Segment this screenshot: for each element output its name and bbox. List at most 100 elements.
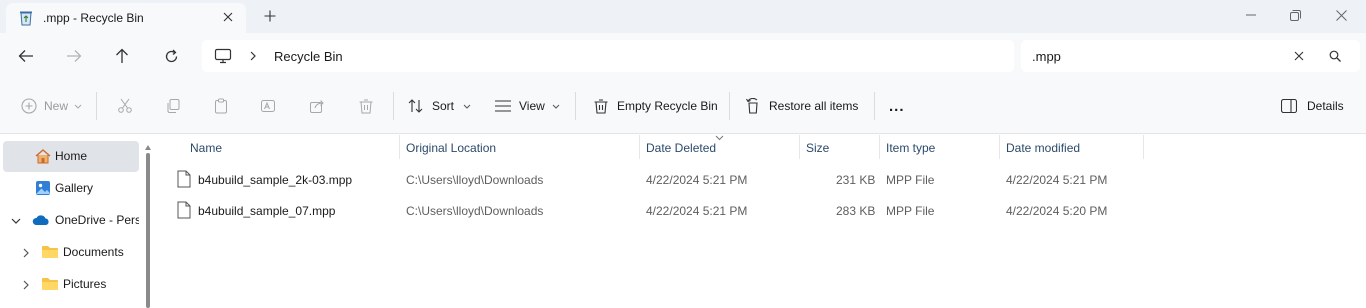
column-header-item-type[interactable]: Item type <box>886 141 935 155</box>
sidebar-item-label: Gallery <box>55 181 94 195</box>
sidebar-item-home[interactable]: Home <box>3 141 139 172</box>
paste-clipboard-icon <box>212 97 230 115</box>
sidebar-item-documents[interactable]: Documents <box>3 237 139 268</box>
chevron-down-icon <box>552 102 560 110</box>
item-type: MPP File <box>886 173 935 187</box>
new-button[interactable]: New <box>20 96 82 116</box>
paste-button[interactable] <box>212 96 230 116</box>
sidebar-item-label: Home <box>55 149 88 163</box>
new-plus-icon <box>20 97 38 115</box>
toolbar-divider <box>575 92 576 120</box>
sort-label: Sort <box>432 99 455 113</box>
toolbar-divider <box>729 92 730 120</box>
restore-icon <box>744 97 762 115</box>
back-arrow-icon[interactable] <box>16 46 36 66</box>
see-more-button[interactable]: ... <box>889 96 905 116</box>
share-icon <box>308 97 326 115</box>
details-pane-icon <box>1280 97 1298 115</box>
more-options-icon: ... <box>889 97 905 115</box>
tab-title: .mpp - Recycle Bin <box>43 11 144 25</box>
gallery-icon <box>34 180 52 196</box>
rename-icon <box>259 97 277 115</box>
details-pane-button[interactable]: Details <box>1280 96 1344 116</box>
folder-icon <box>41 276 59 292</box>
sidebar-item-gallery[interactable]: Gallery <box>3 173 139 204</box>
title-bar: .mpp - Recycle Bin <box>0 0 1366 33</box>
column-header-original-location[interactable]: Original Location <box>406 141 496 155</box>
file-size: 231 KB <box>836 173 876 187</box>
restore-icon[interactable] <box>1286 6 1304 24</box>
forward-arrow-icon[interactable] <box>64 46 84 66</box>
close-window-icon[interactable] <box>1332 6 1350 24</box>
tab-recycle-bin[interactable]: .mpp - Recycle Bin <box>6 3 246 33</box>
share-button[interactable] <box>308 96 326 116</box>
navigation-pane: Home Gallery OneDrive - Personal Documen… <box>0 135 155 308</box>
copy-button[interactable] <box>164 96 182 116</box>
delete-button[interactable] <box>357 96 375 116</box>
date-modified: 4/22/2024 5:21 PM <box>1006 173 1108 187</box>
chevron-down-icon[interactable] <box>11 216 21 226</box>
search-input[interactable]: .mpp <box>1032 49 1061 64</box>
empty-recycle-bin-button[interactable]: Empty Recycle Bin <box>592 96 718 116</box>
sidebar-item-onedrive[interactable]: OneDrive - Personal <box>3 205 139 236</box>
minimize-icon[interactable] <box>1242 6 1260 24</box>
column-header-name[interactable]: Name <box>190 141 222 155</box>
chevron-right-icon[interactable] <box>21 280 31 290</box>
refresh-icon[interactable] <box>161 46 181 66</box>
column-divider[interactable] <box>399 135 400 159</box>
column-header-size[interactable]: Size <box>806 141 829 155</box>
new-tab-icon[interactable] <box>262 8 278 24</box>
date-modified: 4/22/2024 5:20 PM <box>1006 204 1108 218</box>
date-deleted: 4/22/2024 5:21 PM <box>646 173 748 187</box>
sidebar-item-pictures[interactable]: Pictures <box>3 269 139 300</box>
restore-all-button[interactable]: Restore all items <box>744 96 858 116</box>
chevron-down-icon <box>74 102 82 110</box>
empty-bin-icon <box>592 97 610 115</box>
column-divider[interactable] <box>999 135 1000 159</box>
sidebar-item-label: OneDrive - Personal <box>55 213 139 227</box>
recycle-bin-icon <box>18 10 34 26</box>
original-location: C:\Users\lloyd\Downloads <box>406 204 544 218</box>
sidebar-scrollbar-thumb[interactable] <box>146 153 150 308</box>
column-divider[interactable] <box>879 135 880 159</box>
file-list: Name Original Location Date Deleted Size… <box>155 135 1366 308</box>
column-header-date-modified[interactable]: Date modified <box>1006 141 1080 155</box>
original-location: C:\Users\lloyd\Downloads <box>406 173 544 187</box>
view-list-icon <box>494 97 512 115</box>
column-divider[interactable] <box>799 135 800 159</box>
new-label: New <box>44 99 69 113</box>
address-bar[interactable]: Recycle Bin <box>202 40 1014 72</box>
scroll-up-arrow-icon[interactable] <box>145 139 151 150</box>
column-header-date-deleted[interactable]: Date Deleted <box>646 141 716 155</box>
clear-search-icon[interactable] <box>1291 48 1307 64</box>
this-pc-icon <box>214 48 232 64</box>
scissors-icon <box>116 97 134 115</box>
navigation-bar: Recycle Bin .mpp <box>0 33 1366 79</box>
toolbar-divider <box>96 92 97 120</box>
table-row[interactable]: b4ubuild_sample_2k-03.mpp C:\Users\lloyd… <box>177 167 1357 193</box>
up-arrow-icon[interactable] <box>112 46 132 66</box>
cut-button[interactable] <box>116 96 134 116</box>
chevron-right-icon[interactable] <box>21 248 31 258</box>
onedrive-cloud-icon <box>32 212 50 228</box>
sidebar-item-label: Pictures <box>63 277 107 291</box>
sort-button[interactable]: Sort <box>407 96 471 116</box>
search-icon[interactable] <box>1327 48 1343 64</box>
rename-button[interactable] <box>259 96 277 116</box>
breadcrumb-recycle-bin[interactable]: Recycle Bin <box>274 49 343 64</box>
table-row[interactable]: b4ubuild_sample_07.mpp C:\Users\lloyd\Do… <box>177 198 1357 224</box>
copy-icon <box>164 97 182 115</box>
file-name[interactable]: b4ubuild_sample_07.mpp <box>198 204 335 218</box>
breadcrumb-chevron-icon[interactable] <box>248 50 258 62</box>
file-name[interactable]: b4ubuild_sample_2k-03.mpp <box>198 173 352 187</box>
view-label: View <box>519 99 545 113</box>
column-divider[interactable] <box>639 135 640 159</box>
folder-icon <box>41 244 59 260</box>
trash-icon <box>357 97 375 115</box>
empty-recycle-bin-label: Empty Recycle Bin <box>617 99 718 113</box>
close-tab-icon[interactable] <box>220 9 236 25</box>
sidebar-item-label: Documents <box>63 245 124 259</box>
view-button[interactable]: View <box>494 96 560 116</box>
search-box[interactable]: .mpp <box>1021 40 1360 72</box>
column-divider[interactable] <box>1143 135 1144 159</box>
